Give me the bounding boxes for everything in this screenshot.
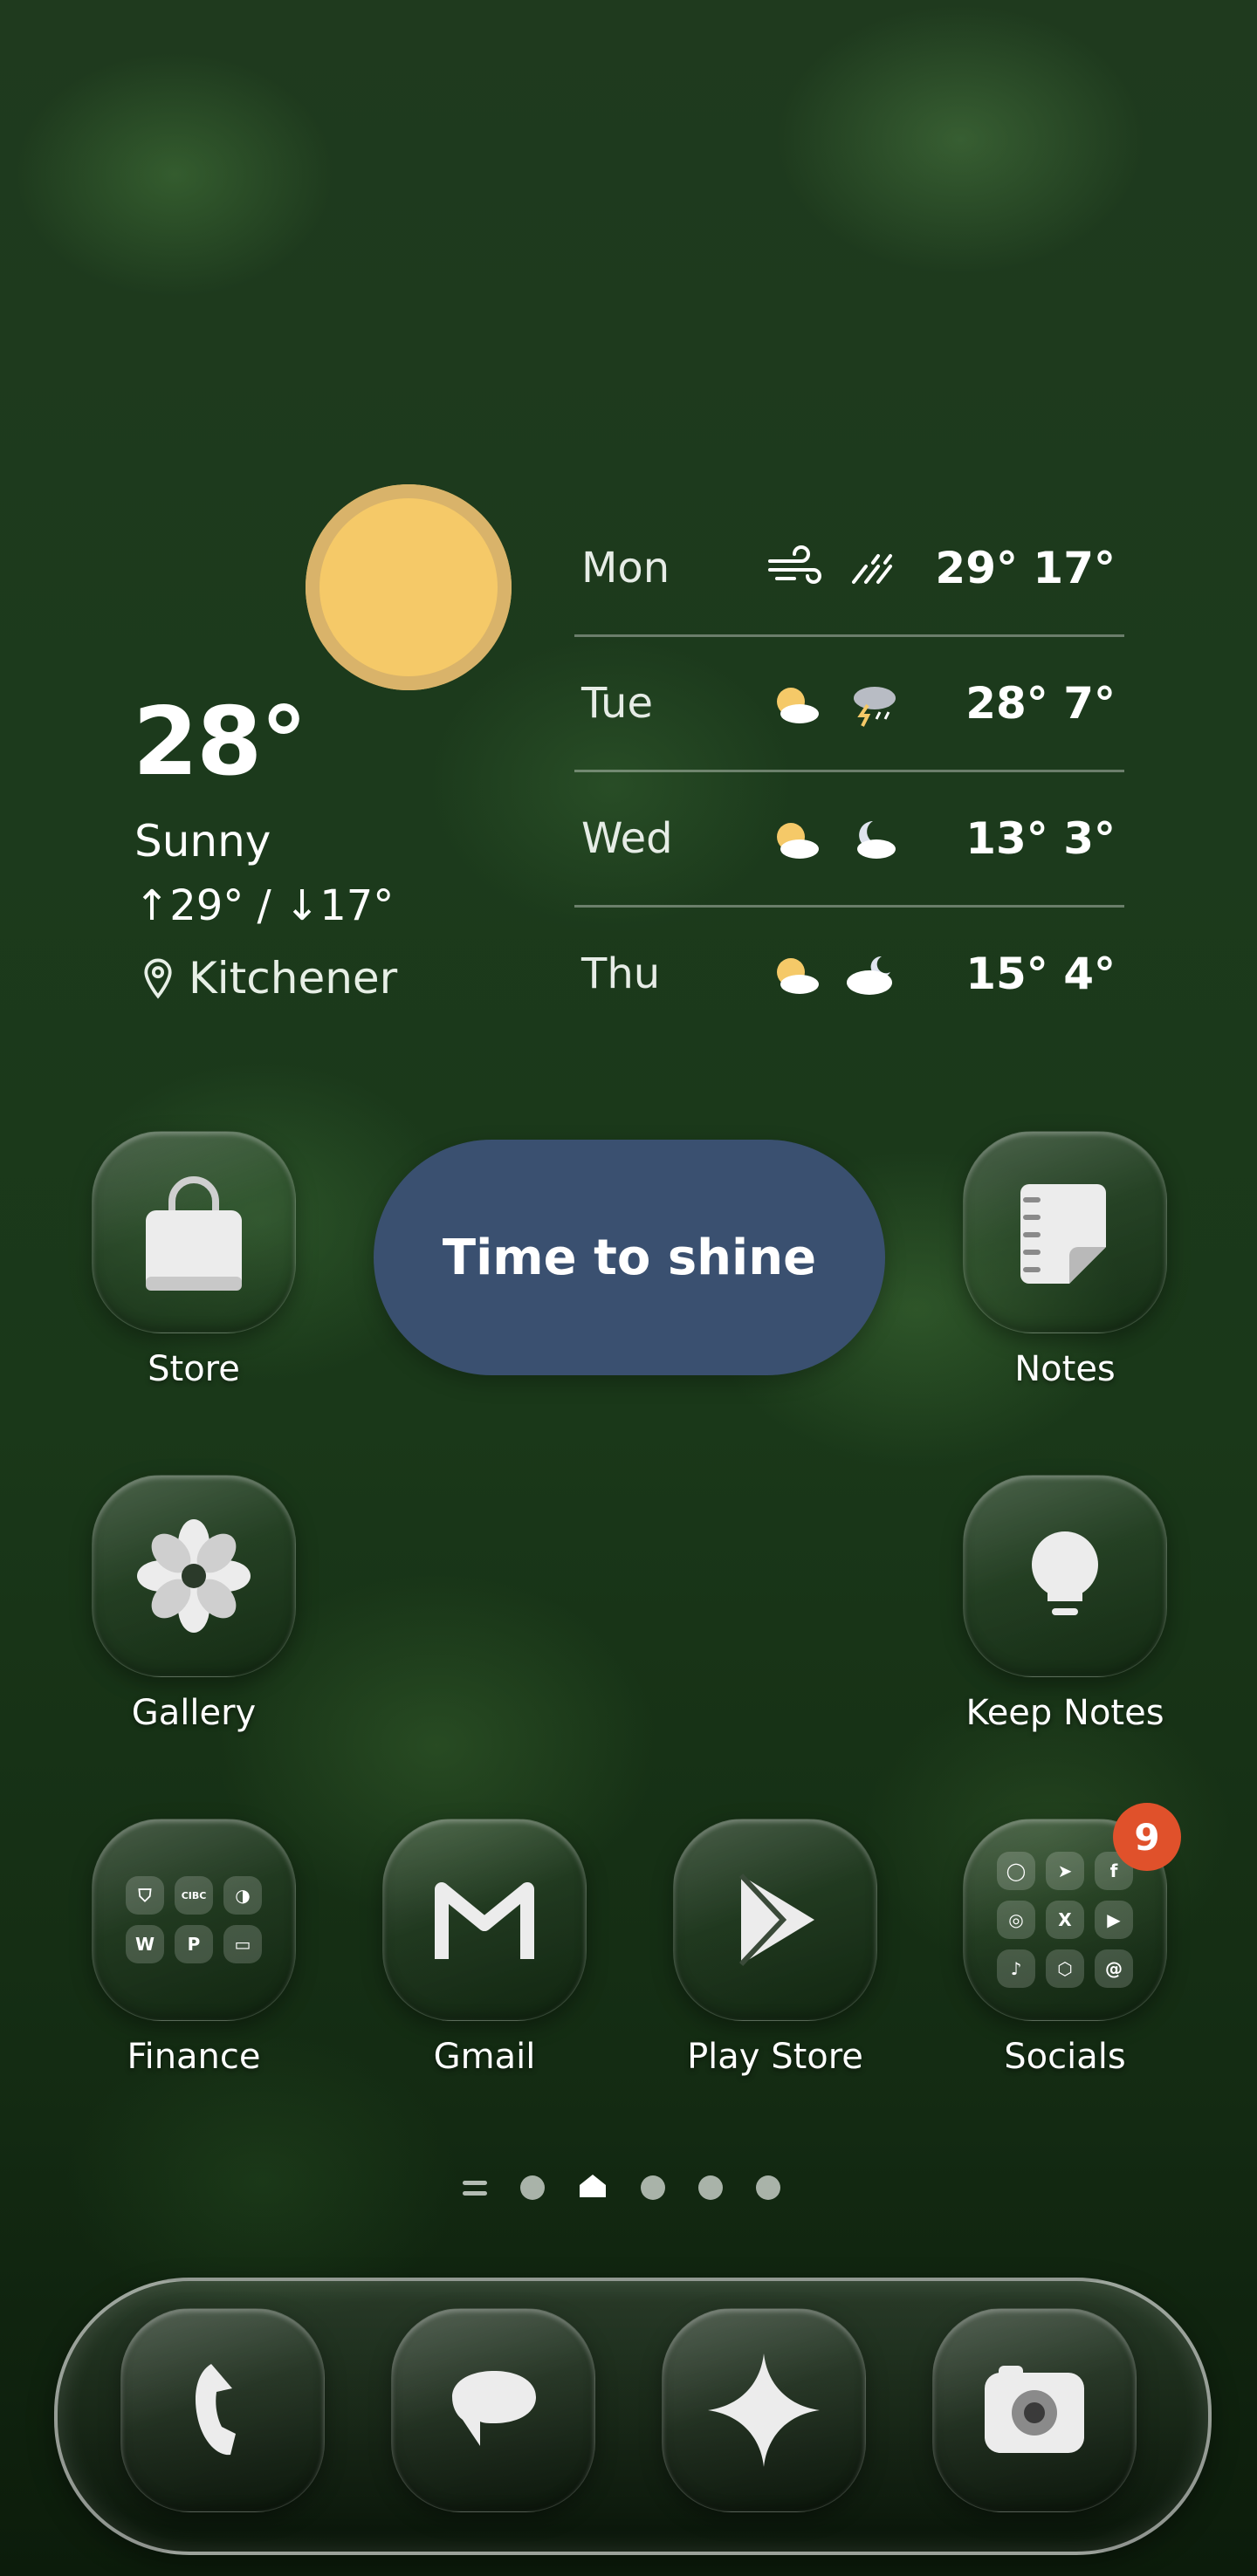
- page-dot[interactable]: [641, 2175, 665, 2200]
- home-page-icon[interactable]: [578, 2173, 608, 2203]
- play-store-icon: [738, 1873, 814, 1967]
- forecast-list[interactable]: Mon 29° 17° Tue 28° 7° Wed 13° 3° Thu 15…: [574, 502, 1124, 1040]
- gmail-icon: [435, 1882, 534, 1959]
- app-gmail[interactable]: Gmail: [380, 1819, 589, 2077]
- raccoon-icon: ◑: [223, 1876, 262, 1915]
- app-label: Gmail: [433, 2037, 536, 2077]
- location[interactable]: Kitchener: [140, 953, 397, 1004]
- messages-app[interactable]: [391, 2308, 595, 2512]
- feed-page-icon[interactable]: [463, 2180, 487, 2196]
- telegram-icon: ➤: [1046, 1852, 1084, 1890]
- messages-icon: [452, 2371, 536, 2446]
- forecast-temps: 28° 7°: [965, 678, 1116, 729]
- folder-finance[interactable]: ⛉ CIBC ◑ W P ▭ Finance: [89, 1819, 299, 2077]
- folder-icon: ⛉ CIBC ◑ W P ▭: [92, 1819, 296, 2021]
- youtube-icon: ▶: [1095, 1901, 1133, 1939]
- page-dot[interactable]: [520, 2175, 545, 2200]
- dock-apps: [87, 2308, 1170, 2512]
- forecast-temps: 15° 4°: [965, 949, 1116, 999]
- partly-sunny-icon: [777, 823, 819, 859]
- app-icon: [673, 1819, 877, 2021]
- app-label: Play Store: [687, 2037, 863, 2077]
- widget-label: Time to shine: [442, 1229, 817, 1286]
- forecast-temps: 29° 17°: [935, 543, 1116, 593]
- moon-cloud-icon: [857, 821, 896, 859]
- paypal-icon: P: [175, 1925, 213, 1963]
- wealthsimple-icon: W: [126, 1925, 164, 1963]
- forecast-row: Tue 28° 7°: [574, 637, 1124, 772]
- app-label: Store: [148, 1349, 240, 1389]
- app-keep-notes[interactable]: Keep Notes: [960, 1475, 1170, 1733]
- threads-icon: @: [1095, 1949, 1133, 1988]
- forecast-day: Wed: [581, 814, 673, 863]
- app-icon: [92, 1131, 296, 1333]
- forecast-temps: 13° 3°: [965, 813, 1116, 864]
- page-dot[interactable]: [756, 2175, 780, 2200]
- partly-sunny-icon: [777, 688, 819, 723]
- rain-streaks-icon: [852, 554, 892, 584]
- forecast-day: Mon: [581, 544, 670, 593]
- app-label: Notes: [1014, 1349, 1116, 1389]
- location-pin-icon: [144, 958, 172, 999]
- phone-app[interactable]: [120, 2308, 325, 2512]
- app-icon: [963, 1475, 1167, 1677]
- high-low-temps: ↑29° / ↓17°: [134, 881, 395, 930]
- gemini-icon: [708, 2353, 820, 2467]
- forecast-row: Thu 15° 4°: [574, 908, 1124, 1040]
- cibc-icon: CIBC: [175, 1876, 213, 1915]
- gemini-app[interactable]: [662, 2308, 866, 2512]
- app-play-store[interactable]: Play Store: [670, 1819, 880, 2077]
- notification-badge: 9: [1113, 1803, 1181, 1871]
- card-icon: ▭: [223, 1925, 262, 1963]
- current-temperature[interactable]: 28°: [133, 688, 307, 797]
- cloud-moon-icon: [847, 956, 892, 995]
- app-notes[interactable]: Notes: [960, 1131, 1170, 1389]
- forecast-row: Mon 29° 17°: [574, 502, 1124, 637]
- camera-app[interactable]: [932, 2308, 1137, 2512]
- whatsapp-icon: ◯: [997, 1852, 1035, 1890]
- forecast-day: Tue: [581, 679, 653, 728]
- app-icon: [92, 1475, 296, 1677]
- hex-icon: ⬡: [1046, 1949, 1084, 1988]
- shopping-bag-icon: [146, 1176, 242, 1291]
- app-label: Socials: [1004, 2037, 1126, 2077]
- app-label: Finance: [127, 2037, 261, 2077]
- tiktok-icon: ♪: [997, 1949, 1035, 1988]
- app-label: Gallery: [131, 1693, 257, 1733]
- lightbulb-icon: [1032, 1531, 1098, 1615]
- weather-condition: Sunny: [134, 816, 271, 867]
- flower-icon: [137, 1519, 251, 1633]
- sun-icon: [306, 484, 512, 690]
- page-indicator[interactable]: [463, 2173, 780, 2203]
- location-name: Kitchener: [189, 953, 398, 1004]
- shield-icon: ⛉: [126, 1876, 164, 1915]
- app-icon: [382, 1819, 587, 2021]
- camera-icon: [985, 2366, 1084, 2453]
- instagram-icon: ◎: [997, 1901, 1035, 1939]
- page-dot[interactable]: [698, 2175, 723, 2200]
- app-label: Keep Notes: [965, 1693, 1164, 1733]
- app-gallery[interactable]: Gallery: [89, 1475, 299, 1733]
- notebook-icon: [1020, 1184, 1106, 1284]
- app-store[interactable]: Store: [89, 1131, 299, 1389]
- x-icon: X: [1046, 1901, 1084, 1939]
- forecast-day: Thu: [581, 949, 661, 998]
- partly-sunny-icon: [777, 958, 819, 994]
- forecast-row: Wed 13° 3°: [574, 772, 1124, 908]
- time-to-shine-widget[interactable]: Time to shine: [374, 1140, 885, 1375]
- app-icon: [963, 1131, 1167, 1333]
- thunderstorm-icon: [854, 687, 896, 727]
- wind-icon: [768, 545, 821, 584]
- phone-icon: [195, 2364, 236, 2456]
